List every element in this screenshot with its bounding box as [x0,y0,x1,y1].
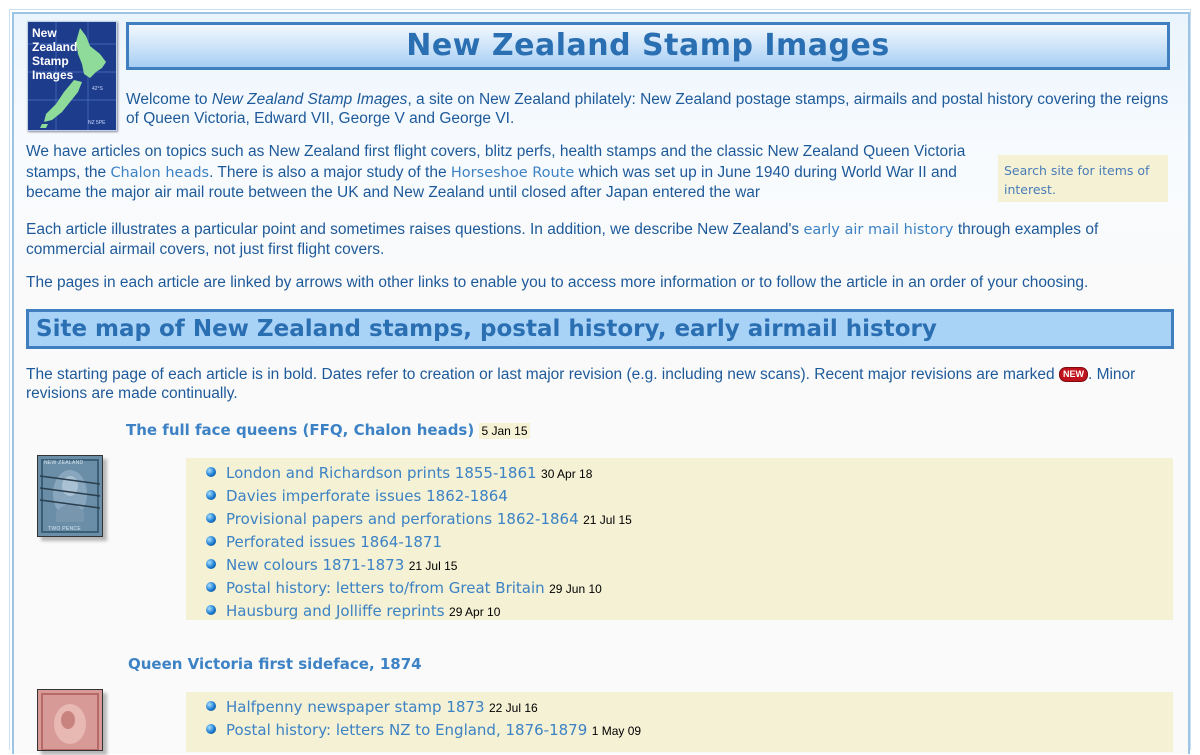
logo-caption: NZ 5PE [88,120,106,126]
sideface-stamp-graphic [38,690,102,751]
article-link[interactable]: Postal history: letters to/from Great Br… [226,579,545,597]
list-item: New colours 1871-1873 21 Jul 15 [206,554,1173,577]
list-item: Postal history: letters to/from Great Br… [206,577,1173,600]
stamp-caption-top: NEW ZEALAND [44,460,84,466]
chalon-stamp-graphic [38,456,102,536]
article-link[interactable]: London and Richardson prints 1855-1861 [226,464,537,482]
revision-date: 22 Jul 16 [488,701,538,715]
revision-date: 1 May 09 [591,724,642,738]
sideface-article-list: Halfpenny newspaper stamp 1873 22 Jul 16… [186,692,1173,752]
sitemap-desc-a: The starting page of each article is in … [26,366,1059,383]
bullet-icon [206,513,216,523]
bullet-icon [206,701,216,711]
sitemap-banner: Site map of New Zealand stamps, postal h… [26,309,1174,349]
section-link-chalon[interactable]: The full face queens (FFQ, Chalon heads) [126,421,474,439]
revision-date: 29 Apr 10 [449,605,501,619]
search-prompt: Search site for items of interest. [1004,163,1150,197]
article-link[interactable]: New colours 1871-1873 [226,556,404,574]
stamp-caption-bottom: TWO PENCE [48,526,81,532]
new-badge-icon: NEW [1058,367,1088,382]
section-link-sideface[interactable]: Queen Victoria first sideface, 1874 [128,655,422,673]
list-item: Perforated issues 1864-1871 [206,531,1173,554]
list-item: Davies imperforate issues 1862-1864 [206,485,1173,508]
bullet-icon [206,467,216,477]
article-link[interactable]: Hausburg and Jolliffe reprints [226,602,445,620]
article-link[interactable]: Davies imperforate issues 1862-1864 [226,487,508,505]
sitemap-title: Site map of New Zealand stamps, postal h… [36,316,937,342]
revision-date: 29 Jun 10 [549,582,602,596]
article-link[interactable]: Provisional papers and perforations 1862… [226,510,579,528]
site-logo[interactable]: New Zealand Stamp Images 42°S NZ 5PE [27,21,117,131]
navigation-paragraph: The pages in each article are linked by … [26,274,1089,291]
logo-text: New Zealand Stamp Images [32,26,78,82]
site-search-box[interactable]: Search site for items of interest. [998,155,1168,202]
chalon-heads-link[interactable]: Chalon heads [110,165,209,181]
article-link[interactable]: Halfpenny newspaper stamp 1873 [226,698,485,716]
article-link[interactable]: Perforated issues 1864-1871 [226,533,442,551]
welcome-site-name: New Zealand Stamp Images [211,91,408,108]
topics-text-b: . There is also a major study of the [209,163,451,181]
section-title-sideface: Queen Victoria first sideface, 1874 [128,655,422,673]
article-link[interactable]: Postal history: letters NZ to England, 1… [226,721,587,739]
site-title-banner: New Zealand Stamp Images [126,22,1170,70]
list-item: Provisional papers and perforations 1862… [206,508,1173,531]
list-item: Halfpenny newspaper stamp 1873 22 Jul 16 [206,696,1173,719]
bullet-icon [206,605,216,615]
revision-date: 30 Apr 18 [541,467,593,481]
welcome-prefix: Welcome to [126,91,212,108]
early-air-mail-history-link[interactable]: early air mail history [803,222,953,238]
revision-date: 21 Jul 15 [583,513,632,527]
list-item: Postal history: letters NZ to England, 1… [206,719,1173,742]
bullet-icon [206,490,216,500]
articles-paragraph: Each article illustrates a particular po… [26,220,1174,259]
bullet-icon [206,724,216,734]
sideface-stamp-image[interactable] [37,689,103,751]
articles-text-a: Each article illustrates a particular po… [26,221,804,238]
bullet-icon [206,582,216,592]
logo-latitude-label: 42°S [92,86,103,92]
section-title-chalon: The full face queens (FFQ, Chalon heads)… [126,421,530,439]
chalon-article-list: London and Richardson prints 1855-1861 3… [186,458,1173,620]
topics-paragraph: We have articles on topics such as New Z… [26,142,971,204]
list-item: London and Richardson prints 1855-1861 3… [206,462,1173,485]
chalon-head-stamp-image[interactable]: NEW ZEALAND TWO PENCE [37,455,103,537]
sitemap-description: The starting page of each article is in … [26,366,1174,403]
list-item: Hausburg and Jolliffe reprints 29 Apr 10 [206,600,1173,623]
horseshoe-route-link[interactable]: Horseshoe Route [451,165,574,181]
bullet-icon [206,559,216,569]
section-date: 5 Jan 15 [479,423,530,439]
welcome-paragraph: Welcome to New Zealand Stamp Images, a s… [126,90,1170,128]
page-title: New Zealand Stamp Images [406,28,890,63]
bullet-icon [206,536,216,546]
revision-date: 21 Jul 15 [408,559,458,573]
